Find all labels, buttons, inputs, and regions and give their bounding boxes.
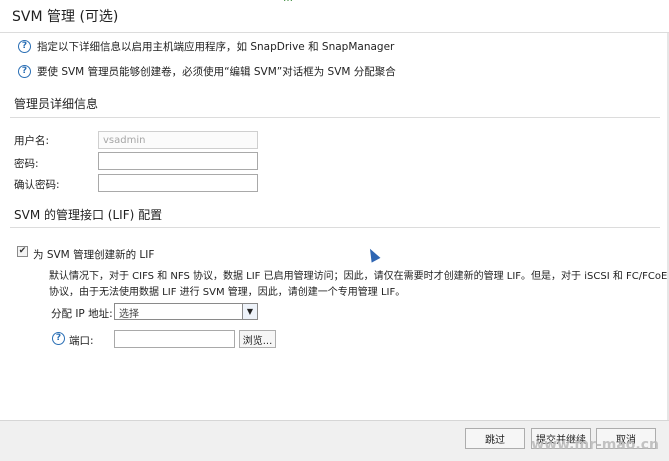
assign-ip-label: 分配 IP 地址: bbox=[51, 308, 113, 320]
page-title: SVM 管理 (可选) bbox=[12, 9, 119, 25]
password-field[interactable] bbox=[98, 152, 258, 170]
title-divider bbox=[0, 32, 669, 33]
admin-section-heading: 管理员详细信息 bbox=[14, 97, 99, 111]
skip-button[interactable]: 跳过 bbox=[465, 428, 525, 449]
username-field[interactable] bbox=[98, 131, 258, 149]
create-lif-label: 为 SVM 管理创建新的 LIF bbox=[33, 249, 155, 261]
info-row-1: ? 指定以下详细信息以启用主机端应用程序，如 SnapDrive 和 SnapM… bbox=[18, 39, 394, 54]
confirm-password-field[interactable] bbox=[98, 174, 258, 192]
browse-button[interactable]: 浏览... bbox=[239, 330, 276, 348]
watermark: www.mr-mao.cn bbox=[531, 437, 659, 453]
mouse-cursor-icon bbox=[365, 246, 381, 263]
help-icon: ? bbox=[18, 40, 31, 53]
info-text-2: 要使 SVM 管理员能够创建卷，必须使用“编辑 SVM”对话框为 SVM 分配聚… bbox=[37, 66, 396, 78]
lif-section-divider bbox=[10, 227, 660, 228]
info-row-2: ? 要使 SVM 管理员能够创建卷，必须使用“编辑 SVM”对话框为 SVM 分… bbox=[18, 64, 396, 79]
create-lif-checkbox[interactable]: ✔ bbox=[17, 246, 28, 257]
password-label: 密码: bbox=[14, 158, 39, 170]
lif-section-heading: SVM 的管理接口 (LIF) 配置 bbox=[14, 208, 163, 222]
username-label: 用户名: bbox=[14, 135, 50, 147]
lif-description-line-2: 协议，由于无法使用数据 LIF 进行 SVM 管理，因此，请创建一个专用管理 L… bbox=[49, 287, 406, 298]
lif-description-line-1: 默认情况下，对于 CIFS 和 NFS 协议，数据 LIF 已启用管理访问；因此… bbox=[49, 271, 668, 282]
top-tab-fragment: … bbox=[283, 0, 293, 4]
assign-ip-select[interactable]: 选择 ▼ bbox=[114, 303, 258, 320]
admin-section-divider bbox=[10, 117, 660, 118]
port-label: 端口: bbox=[69, 335, 94, 347]
assign-ip-select-value: 选择 bbox=[119, 309, 139, 320]
port-field[interactable] bbox=[114, 330, 235, 348]
port-help-icon[interactable]: ? bbox=[52, 332, 65, 345]
confirm-password-label: 确认密码: bbox=[14, 179, 60, 191]
help-icon: ? bbox=[18, 65, 31, 78]
info-text-1: 指定以下详细信息以启用主机端应用程序，如 SnapDrive 和 SnapMan… bbox=[37, 41, 395, 53]
chevron-down-icon[interactable]: ▼ bbox=[242, 304, 257, 319]
